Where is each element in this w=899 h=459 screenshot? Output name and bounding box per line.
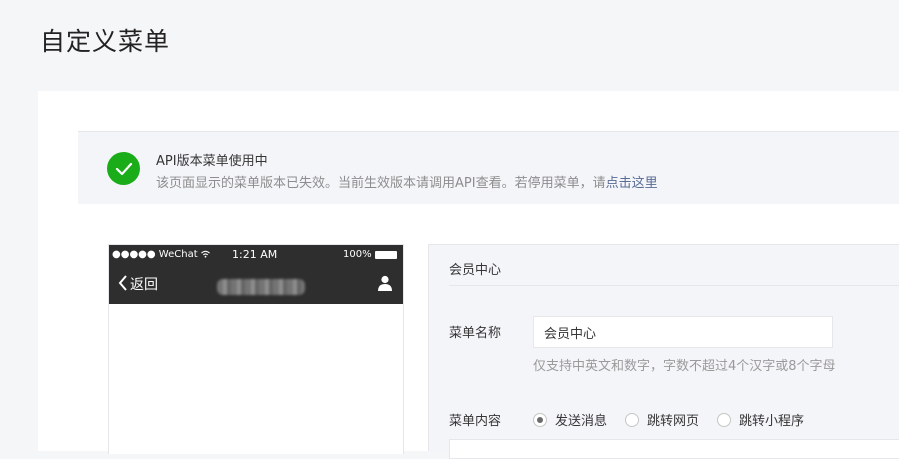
radio-dot: [717, 412, 732, 427]
radio-label: 跳转小程序: [739, 414, 805, 429]
notice-description-text: 该页面显示的菜单版本已失效。当前生效版本请调用API查看。若停用菜单，请: [156, 176, 606, 191]
menu-name-hint: 仅支持中英文和数字，字数不超过4个汉字或8个字母: [533, 359, 836, 374]
user-icon[interactable]: [377, 275, 393, 291]
radio-label: 发送消息: [555, 414, 608, 429]
click-here-link[interactable]: 点击这里: [606, 176, 658, 191]
message-content-box[interactable]: [449, 439, 899, 459]
menu-name-label: 菜单名称: [449, 326, 502, 341]
menu-name-input[interactable]: [533, 316, 833, 348]
status-time: 1:21 AM: [232, 248, 278, 261]
api-notice: API版本菜单使用中 该页面显示的菜单版本已失效。当前生效版本请调用API查看。…: [78, 131, 899, 204]
notice-description: 该页面显示的菜单版本已失效。当前生效版本请调用API查看。若停用菜单，请点击这里: [156, 172, 658, 191]
page-title: 自定义菜单: [40, 27, 171, 56]
phone-preview: ●●●●● WeChat 1:21 AM 100% 返回: [108, 244, 404, 454]
status-bar: ●●●●● WeChat 1:21 AM 100%: [109, 245, 403, 265]
wifi-icon: [200, 249, 210, 260]
account-name-blurred: [217, 279, 305, 295]
chevron-left-icon: [118, 274, 128, 294]
check-circle-icon: [107, 152, 140, 185]
radio-open-webpage[interactable]: 跳转网页: [625, 410, 699, 429]
menu-edit-form: 会员中心 菜单名称 仅支持中英文和数字，字数不超过4个汉字或8个字母 菜单内容 …: [428, 244, 899, 459]
notice-title: API版本菜单使用中: [156, 154, 268, 169]
phone-nav-bar: ●●●●● WeChat 1:21 AM 100% 返回: [109, 245, 403, 304]
menu-content-options: 发送消息 跳转网页 跳转小程序: [533, 410, 804, 429]
divider: [449, 285, 899, 286]
form-header: 会员中心: [449, 263, 502, 278]
carrier-label: ●●●●● WeChat: [112, 249, 210, 260]
radio-label: 跳转网页: [647, 414, 700, 429]
radio-open-miniprogram[interactable]: 跳转小程序: [717, 410, 804, 429]
main-panel: API版本菜单使用中 该页面显示的菜单版本已失效。当前生效版本请调用API查看。…: [38, 91, 899, 459]
back-label: 返回: [130, 277, 158, 293]
radio-send-message[interactable]: 发送消息: [533, 410, 607, 429]
radio-dot: [533, 412, 547, 427]
menu-content-label: 菜单内容: [449, 414, 502, 429]
radio-dot: [625, 412, 640, 427]
battery-icon: [375, 251, 397, 259]
battery-percent: 100%: [343, 249, 372, 260]
back-button[interactable]: 返回: [118, 274, 158, 294]
